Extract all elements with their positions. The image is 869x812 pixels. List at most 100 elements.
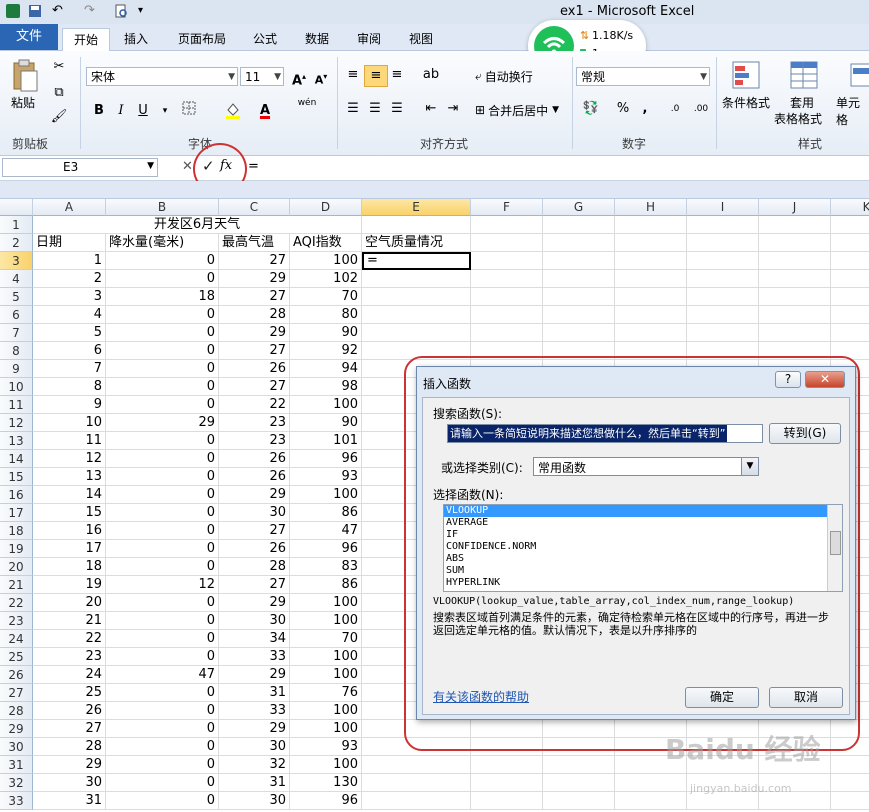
column-header-b[interactable]: B: [106, 199, 219, 216]
row-header[interactable]: 22: [0, 594, 33, 612]
empty-cell[interactable]: [615, 216, 687, 234]
cell-rainfall[interactable]: 0: [106, 270, 219, 288]
row-header[interactable]: 20: [0, 558, 33, 576]
cell-rainfall[interactable]: 0: [106, 774, 219, 792]
cell-max-temp[interactable]: 33: [219, 702, 290, 720]
empty-cell[interactable]: [759, 288, 831, 306]
cell-aqi[interactable]: 100: [290, 612, 362, 630]
empty-cell[interactable]: [471, 288, 543, 306]
cell-date[interactable]: 16: [33, 522, 106, 540]
row-header[interactable]: 24: [0, 630, 33, 648]
cell-rainfall[interactable]: 0: [106, 396, 219, 414]
column-header-f[interactable]: F: [471, 199, 543, 216]
cell-date[interactable]: 31: [33, 792, 106, 810]
cell-aqi[interactable]: 93: [290, 468, 362, 486]
help-button[interactable]: ?: [775, 371, 801, 388]
cell-rainfall[interactable]: 0: [106, 342, 219, 360]
cell-date[interactable]: 23: [33, 648, 106, 666]
redo-icon[interactable]: ↷: [84, 4, 98, 18]
empty-cell[interactable]: [687, 216, 759, 234]
underline-button[interactable]: U: [132, 101, 154, 121]
cell-aqi[interactable]: 96: [290, 450, 362, 468]
fill-color-icon[interactable]: [222, 101, 244, 121]
decrease-decimal-icon[interactable]: .00: [690, 99, 712, 119]
cell-max-temp[interactable]: 27: [219, 252, 290, 270]
cell-max-temp[interactable]: 33: [219, 648, 290, 666]
empty-cell[interactable]: [831, 792, 869, 810]
increase-indent-icon[interactable]: ⇥: [442, 99, 464, 119]
row-header[interactable]: 19: [0, 540, 33, 558]
cell-aqi[interactable]: 47: [290, 522, 362, 540]
cell-date[interactable]: 20: [33, 594, 106, 612]
cell-aqi[interactable]: 92: [290, 342, 362, 360]
row-header[interactable]: 31: [0, 756, 33, 774]
cell-aqi[interactable]: 70: [290, 630, 362, 648]
empty-cell[interactable]: [615, 252, 687, 270]
cell-rainfall[interactable]: 0: [106, 648, 219, 666]
go-button[interactable]: 转到(G): [769, 423, 841, 444]
row-header[interactable]: 11: [0, 396, 33, 414]
empty-cell[interactable]: [831, 324, 869, 342]
cell-date[interactable]: 28: [33, 738, 106, 756]
cell-max-temp[interactable]: 30: [219, 792, 290, 810]
cell-aqi[interactable]: 90: [290, 324, 362, 342]
number-format-select[interactable]: 常规 ▼: [576, 67, 710, 86]
cell-max-temp[interactable]: 26: [219, 468, 290, 486]
conditional-format-label[interactable]: 条件格式: [722, 94, 770, 111]
empty-cell[interactable]: [362, 756, 471, 774]
empty-cell[interactable]: [831, 234, 869, 252]
cell-max-temp[interactable]: 30: [219, 504, 290, 522]
font-color-icon[interactable]: A: [254, 101, 276, 121]
wrap-text-button[interactable]: ⤶ 自动换行: [474, 65, 534, 87]
cell-aqi[interactable]: 100: [290, 396, 362, 414]
cell-date[interactable]: 7: [33, 360, 106, 378]
header-cell-air-quality[interactable]: 空气质量情况: [362, 234, 471, 252]
empty-cell[interactable]: [831, 306, 869, 324]
cell-rainfall[interactable]: 0: [106, 432, 219, 450]
header-cell-date[interactable]: 日期: [33, 234, 106, 252]
comma-style-button[interactable]: ,: [634, 99, 656, 119]
column-header-e[interactable]: E: [362, 199, 471, 216]
row-header[interactable]: 23: [0, 612, 33, 630]
cell-date[interactable]: 19: [33, 576, 106, 594]
tab-formulas[interactable]: 公式: [245, 28, 285, 50]
align-right-icon[interactable]: ☰: [386, 99, 408, 119]
font-name-select[interactable]: 宋体 ▼: [86, 67, 238, 86]
empty-cell[interactable]: [759, 306, 831, 324]
empty-cell[interactable]: [471, 324, 543, 342]
row-header[interactable]: 16: [0, 486, 33, 504]
cell-date[interactable]: 21: [33, 612, 106, 630]
cell-rainfall[interactable]: 12: [106, 576, 219, 594]
column-header-a[interactable]: A: [33, 199, 106, 216]
format-as-table-label-2[interactable]: 表格格式: [774, 110, 822, 127]
row-header[interactable]: 7: [0, 324, 33, 342]
cell-rainfall[interactable]: 0: [106, 324, 219, 342]
cell-aqi[interactable]: 76: [290, 684, 362, 702]
function-option[interactable]: ABS: [444, 553, 842, 565]
header-cell-aqi[interactable]: AQI指数: [290, 234, 362, 252]
accounting-format-icon[interactable]: 💱: [580, 99, 602, 119]
tab-file[interactable]: 文件: [0, 24, 58, 50]
empty-cell[interactable]: [543, 234, 615, 252]
cell-rainfall[interactable]: 0: [106, 540, 219, 558]
font-size-select[interactable]: 11 ▼: [240, 67, 284, 86]
cell-aqi[interactable]: 93: [290, 738, 362, 756]
cell-date[interactable]: 18: [33, 558, 106, 576]
empty-cell[interactable]: [831, 288, 869, 306]
cell-aqi[interactable]: 101: [290, 432, 362, 450]
cut-icon[interactable]: ✂: [48, 57, 70, 77]
align-middle-icon[interactable]: ≡: [364, 65, 388, 87]
cell-rainfall[interactable]: 0: [106, 558, 219, 576]
empty-cell[interactable]: [687, 234, 759, 252]
cell-date[interactable]: 27: [33, 720, 106, 738]
cell-rainfall[interactable]: 0: [106, 738, 219, 756]
cell-date[interactable]: 10: [33, 414, 106, 432]
cell-max-temp[interactable]: 23: [219, 432, 290, 450]
cell-date[interactable]: 5: [33, 324, 106, 342]
cell-aqi[interactable]: 90: [290, 414, 362, 432]
cell-date[interactable]: 30: [33, 774, 106, 792]
cell-aqi[interactable]: 70: [290, 288, 362, 306]
tab-view[interactable]: 视图: [401, 28, 441, 50]
paste-icon[interactable]: [6, 55, 44, 97]
cell-rainfall[interactable]: 0: [106, 612, 219, 630]
